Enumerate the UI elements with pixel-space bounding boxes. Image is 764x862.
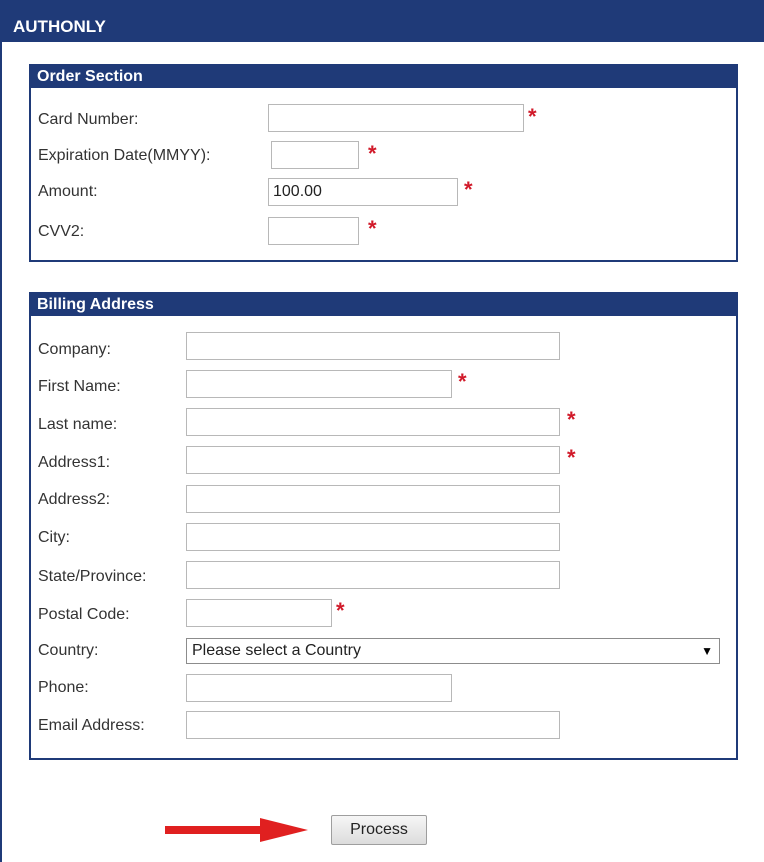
order-section-title: Order Section [31,66,736,88]
country-label: Country: [38,642,99,659]
email-address-input[interactable] [186,711,560,739]
country-select[interactable]: Please select a Country ▼ [186,638,720,664]
billing-address-title: Billing Address [31,294,736,316]
card-number-label: Card Number: [38,111,139,128]
company-input[interactable] [186,332,560,360]
postal-code-label: Postal Code: [38,606,130,623]
page-left-border [0,0,2,862]
phone-label: Phone: [38,679,89,696]
address2-label: Address2: [38,491,111,508]
last-name-label: Last name: [38,416,118,433]
required-icon: * [464,177,473,202]
header-bar: AUTHONLY [0,0,764,42]
chevron-down-icon: ▼ [701,644,713,658]
state-province-input[interactable] [186,561,560,589]
billing-address-panel: Billing Address Company: First Name: * L… [29,292,738,760]
first-name-label: First Name: [38,378,121,395]
required-icon: * [567,445,576,470]
required-icon: * [368,216,377,241]
address1-input[interactable] [186,446,560,474]
expiration-date-input[interactable] [271,141,359,169]
expiration-date-label: Expiration Date(MMYY): [38,147,211,164]
country-selected-value: Please select a Country [192,642,361,659]
required-icon: * [458,369,467,394]
phone-input[interactable] [186,674,452,702]
order-section-panel: Order Section Card Number: * Expiration … [29,64,738,262]
required-icon: * [368,141,377,166]
company-label: Company: [38,341,111,358]
address1-label: Address1: [38,454,111,471]
required-icon: * [336,598,345,623]
first-name-input[interactable] [186,370,452,398]
city-input[interactable] [186,523,560,551]
required-icon: * [567,407,576,432]
email-address-label: Email Address: [38,717,145,734]
required-icon: * [528,104,537,129]
last-name-input[interactable] [186,408,560,436]
cvv2-label: CVV2: [38,223,85,240]
page-title: AUTHONLY [13,17,106,36]
card-number-input[interactable] [268,104,524,132]
amount-label: Amount: [38,183,98,200]
state-province-label: State/Province: [38,568,147,585]
arrow-icon [165,818,308,842]
cvv2-input[interactable] [268,217,359,245]
postal-code-input[interactable] [186,599,332,627]
process-button[interactable]: Process [331,815,427,845]
amount-input[interactable] [268,178,458,206]
address2-input[interactable] [186,485,560,513]
city-label: City: [38,529,70,546]
